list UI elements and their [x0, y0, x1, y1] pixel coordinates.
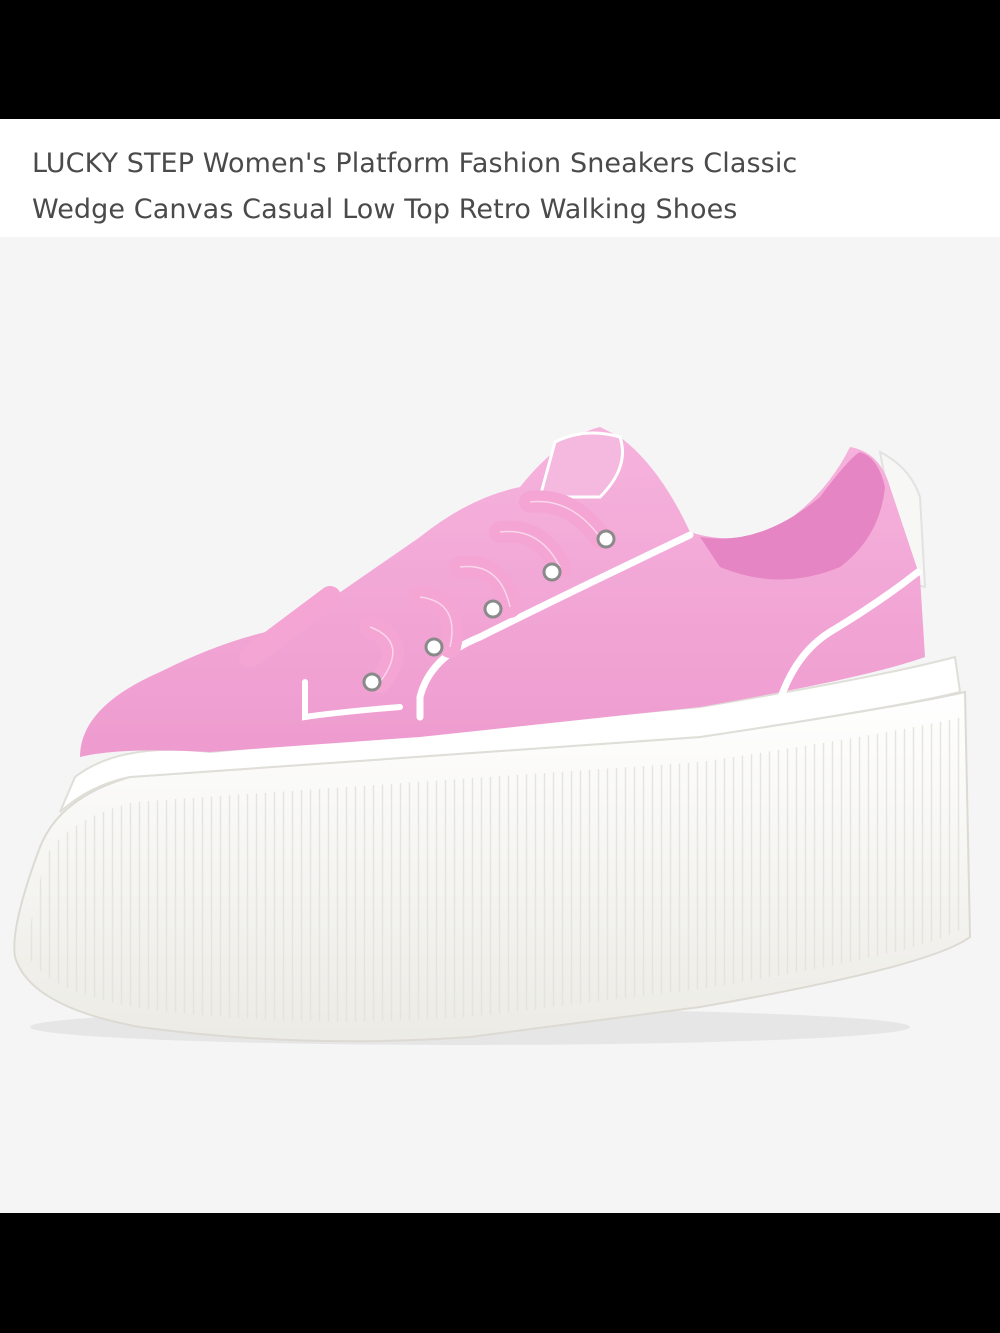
bottom-navigation-bar — [0, 1213, 1000, 1333]
product-title-line-1: LUCKY STEP Women's Platform Fashion Snea… — [32, 148, 798, 179]
sneaker-illustration — [13, 427, 972, 1045]
product-title-line-2: Wedge Canvas Casual Low Top Retro Walkin… — [32, 194, 738, 225]
product-title: LUCKY STEP Women's Platform Fashion Snea… — [32, 141, 972, 233]
shoe-tongue — [538, 431, 624, 499]
top-status-bar — [0, 0, 1000, 119]
product-image[interactable] — [0, 237, 1000, 1213]
